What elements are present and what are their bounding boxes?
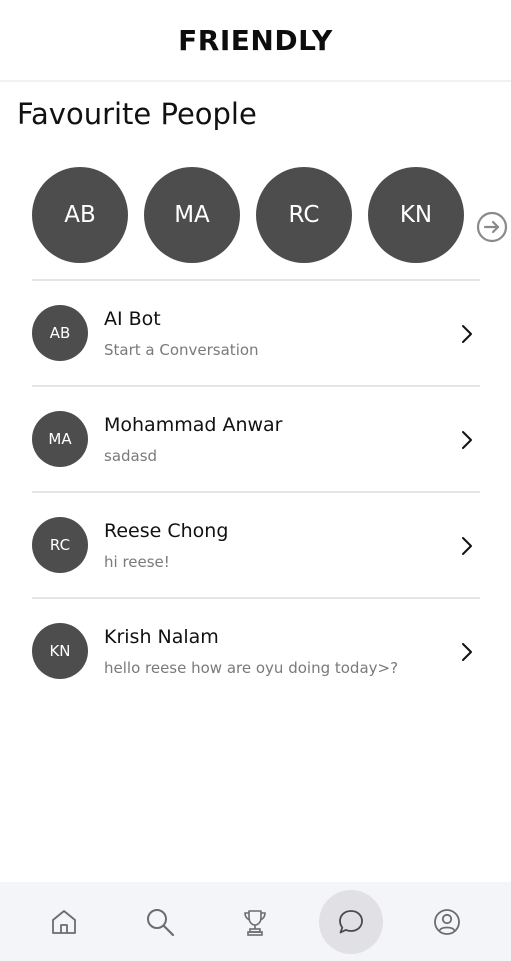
- profile-icon: [434, 908, 460, 935]
- home-icon: [51, 909, 76, 934]
- bottom-nav: [0, 882, 511, 961]
- app-header: FRIENDLY: [0, 0, 511, 82]
- conversation-row[interactable]: KN Krish Nalam hello reese how are oyu d…: [32, 597, 480, 703]
- favourites-title: Favourite People: [17, 97, 257, 131]
- nav-search-button[interactable]: [128, 890, 192, 954]
- favourites-carousel: AB MA RC KN: [32, 167, 464, 263]
- trophy-icon: [244, 909, 267, 936]
- contact-name: Reese Chong: [104, 520, 229, 542]
- last-message: Start a Conversation: [104, 341, 259, 359]
- avatar: MA: [32, 411, 88, 467]
- app-screen: FRIENDLY Favourite People AB MA RC KN AB…: [0, 0, 511, 961]
- contact-name: Krish Nalam: [104, 626, 219, 648]
- favourite-avatar-ab[interactable]: AB: [32, 167, 128, 263]
- conversation-list: AB AI Bot Start a Conversation MA Mohamm…: [32, 279, 480, 703]
- avatar: AB: [32, 305, 88, 361]
- avatar: KN: [32, 623, 88, 679]
- conversation-row[interactable]: MA Mohammad Anwar sadasd: [32, 385, 480, 491]
- app-title: FRIENDLY: [178, 23, 333, 57]
- last-message: hi reese!: [104, 553, 170, 571]
- chevron-right-icon: [462, 325, 472, 343]
- favourite-avatar-kn[interactable]: KN: [368, 167, 464, 263]
- chevron-right-icon: [462, 431, 472, 449]
- nav-chat-button[interactable]: [319, 889, 384, 954]
- nav-profile-button[interactable]: [415, 890, 479, 954]
- chevron-right-icon: [462, 537, 472, 555]
- conversation-row[interactable]: AB AI Bot Start a Conversation: [32, 279, 480, 385]
- avatar: RC: [32, 517, 88, 573]
- search-icon: [146, 908, 174, 936]
- chevron-right-icon: [462, 643, 472, 661]
- nav-home-button[interactable]: [32, 890, 96, 954]
- contact-name: AI Bot: [104, 308, 161, 330]
- favourite-avatar-ma[interactable]: MA: [144, 167, 240, 263]
- favourite-avatar-rc[interactable]: RC: [256, 167, 352, 263]
- nav-trophy-button[interactable]: [223, 890, 287, 954]
- last-message: sadasd: [104, 447, 158, 465]
- chat-bubble-icon: [339, 909, 364, 933]
- arrow-right-circle-icon[interactable]: [476, 211, 508, 243]
- contact-name: Mohammad Anwar: [104, 414, 283, 436]
- last-message: hello reese how are oyu doing today>?: [104, 659, 399, 677]
- conversation-row[interactable]: RC Reese Chong hi reese!: [32, 491, 480, 597]
